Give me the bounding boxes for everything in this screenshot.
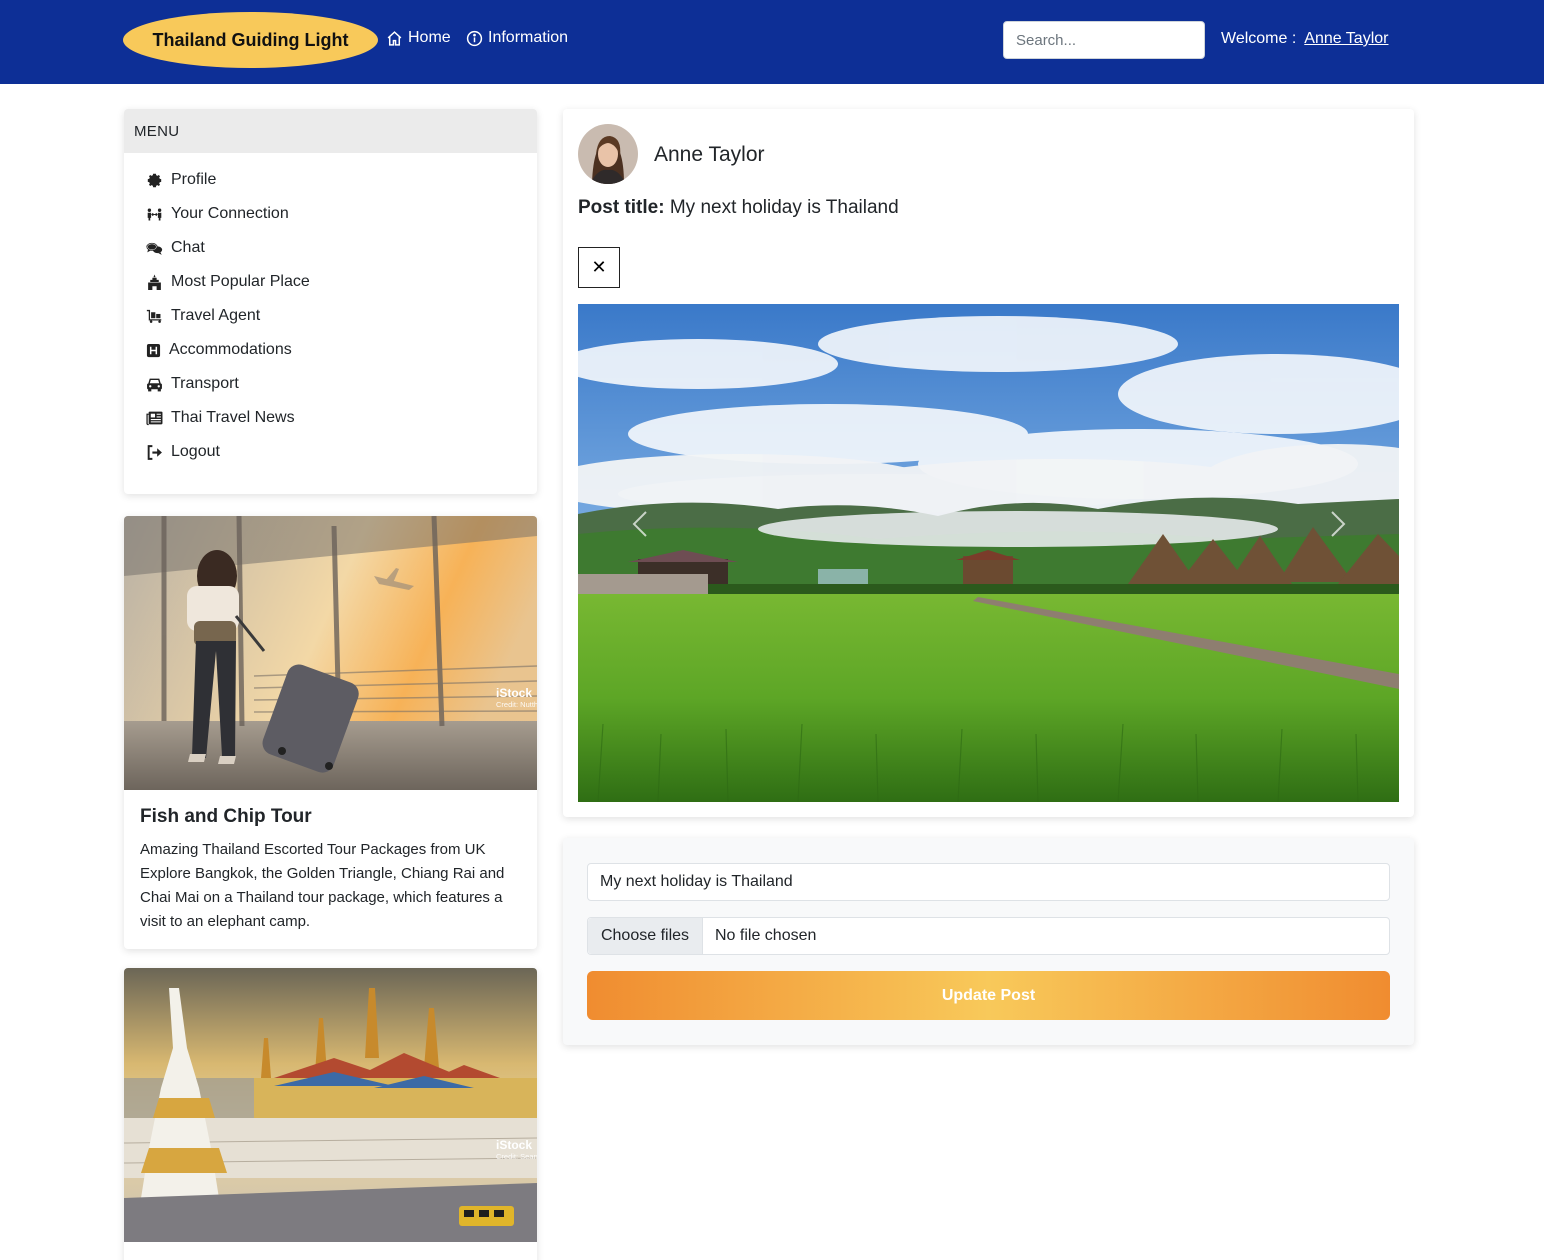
home-icon: [387, 30, 402, 46]
menu-item-most-popular-place[interactable]: Most Popular Place: [146, 265, 537, 299]
file-upload-field[interactable]: Choose files No file chosen: [587, 917, 1390, 955]
tour-title: Fish and Chip Tour: [140, 806, 312, 827]
menu-item-logout[interactable]: Logout: [146, 435, 537, 469]
people-arrows-icon: [147, 208, 162, 220]
menu-item-transport[interactable]: Transport: [146, 367, 537, 401]
close-icon: ✕: [591, 257, 607, 277]
sidebar-menu: MENU Profile Your Connection Chat Most P…: [124, 109, 537, 494]
menu-item-label: Travel Agent: [171, 307, 261, 324]
menu-item-label: Transport: [171, 375, 239, 392]
menu-item-your-connection[interactable]: Your Connection: [146, 197, 537, 231]
menu-item-accommodations[interactable]: Accommodations: [146, 333, 537, 367]
post-title-input[interactable]: [587, 863, 1390, 901]
carousel-next-button[interactable]: [1318, 504, 1358, 544]
user-profile-link[interactable]: Anne Taylor: [1304, 30, 1388, 47]
newspaper-icon: [146, 411, 163, 425]
edit-post-form: Choose files No file chosen Update Post: [563, 838, 1414, 1045]
luggage-cart-icon: [146, 309, 162, 323]
tour-card[interactable]: iStockCredit: Nutthaseth Vanchaichana Fi…: [124, 516, 537, 949]
landmark-icon: [148, 274, 161, 290]
tour-image: iStockCredit: Nutthaseth Vanchaichana: [124, 516, 537, 790]
post-title-label: Post title:: [578, 197, 665, 218]
brand-logo[interactable]: Thailand Guiding Light: [123, 12, 378, 68]
tour-description: Amazing Thailand Escorted Tour Packages …: [140, 841, 505, 930]
nav-information-link[interactable]: Information: [466, 29, 568, 47]
avatar[interactable]: [578, 124, 638, 184]
post-card: Anne Taylor Post title: My next holiday …: [563, 109, 1414, 817]
tour-body: Fish and Chip Tour Amazing Thailand Esco…: [124, 790, 537, 949]
nav-home-link[interactable]: Home: [386, 29, 451, 47]
menu-item-label: Your Connection: [171, 205, 289, 222]
chevron-left-icon: [632, 511, 647, 537]
menu-item-label: Logout: [171, 443, 220, 460]
menu-header: MENU: [124, 109, 537, 153]
chevron-right-icon: [1331, 511, 1346, 537]
menu-list: Profile Your Connection Chat Most Popula…: [124, 153, 537, 469]
remove-image-button[interactable]: ✕: [578, 247, 620, 288]
menu-item-label: Most Popular Place: [171, 273, 310, 290]
post-author-name: Anne Taylor: [654, 143, 765, 166]
file-status-text: No file chosen: [715, 927, 817, 944]
menu-item-profile[interactable]: Profile: [146, 163, 537, 197]
tour-image: iStockCredit: Sean Pavone: [124, 968, 537, 1242]
top-navbar: Thailand Guiding Light Home Information …: [0, 0, 1544, 84]
menu-item-thai-travel-news[interactable]: Thai Travel News: [146, 401, 537, 435]
logout-icon: [147, 444, 162, 460]
nav-home-label: Home: [408, 29, 451, 46]
menu-item-chat[interactable]: Chat: [146, 231, 537, 265]
post-title-value: My next holiday is Thailand: [669, 197, 899, 218]
comments-icon: [146, 242, 163, 255]
welcome-text: Welcome : Anne Taylor: [1221, 30, 1388, 48]
welcome-label: Welcome :: [1221, 30, 1297, 47]
car-icon: [147, 378, 162, 391]
menu-item-label: Thai Travel News: [171, 409, 295, 426]
search-input[interactable]: [1003, 21, 1205, 59]
post-image: [578, 304, 1399, 802]
choose-files-button[interactable]: Choose files: [588, 918, 703, 954]
update-post-button[interactable]: Update Post: [587, 971, 1390, 1020]
menu-item-travel-agent[interactable]: Travel Agent: [146, 299, 537, 333]
menu-item-label: Profile: [171, 171, 217, 188]
image-carousel[interactable]: [578, 304, 1399, 802]
image-watermark: iStockCredit: Nutthaseth Vanchaichana: [496, 686, 537, 709]
hotel-icon: [146, 343, 161, 357]
tour-card[interactable]: iStockCredit: Sean Pavone: [124, 968, 537, 1260]
gear-icon: [147, 173, 162, 187]
nav-information-label: Information: [488, 29, 569, 46]
menu-item-label: Accommodations: [169, 341, 292, 358]
menu-item-label: Chat: [171, 239, 205, 256]
post-title: Post title: My next holiday is Thailand: [578, 197, 899, 219]
carousel-prev-button[interactable]: [620, 504, 660, 544]
image-watermark: iStockCredit: Sean Pavone: [496, 1138, 537, 1161]
info-circle-icon: [466, 30, 483, 46]
